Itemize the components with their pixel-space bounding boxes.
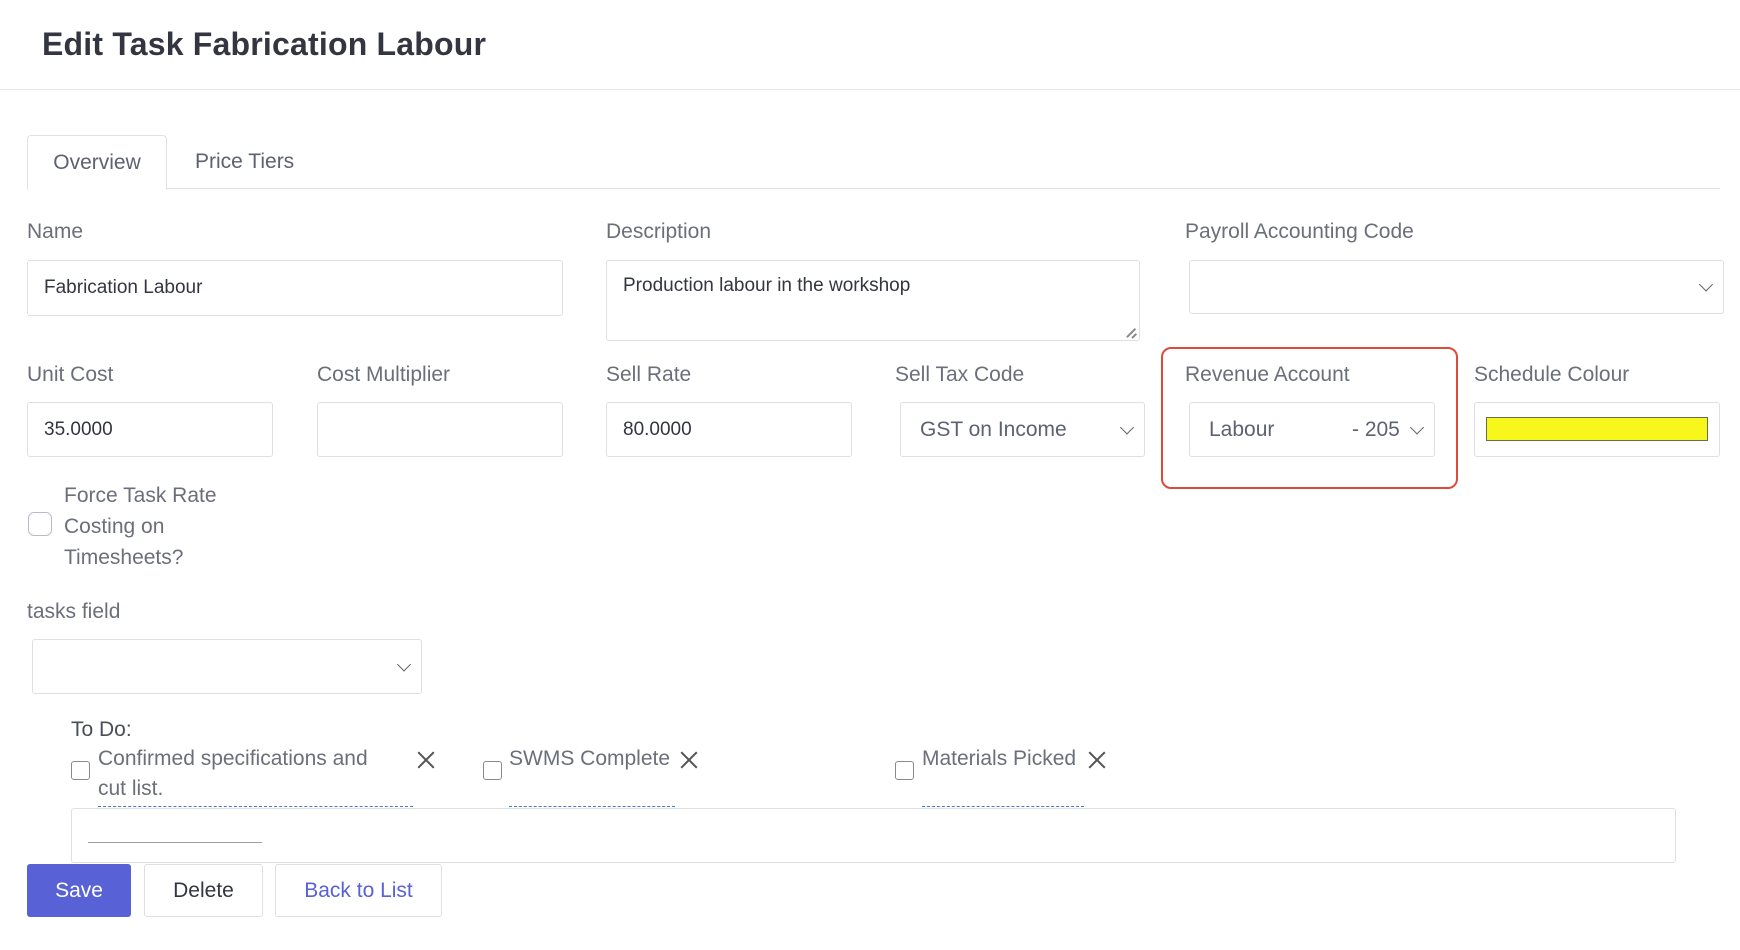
payroll-code-label: Payroll Accounting Code bbox=[1185, 220, 1414, 243]
todo-item-3-text[interactable]: Materials Picked bbox=[922, 744, 1076, 774]
name-input[interactable]: Fabrication Labour bbox=[27, 260, 563, 316]
schedule-colour-swatch[interactable] bbox=[1486, 417, 1708, 441]
todo-item-1-text[interactable]: Confirmed specifications and cut list. bbox=[98, 744, 368, 804]
force-task-rate-label-line2: Costing on bbox=[64, 515, 165, 538]
page-title: Edit Task Fabrication Labour bbox=[42, 26, 487, 62]
cost-multiplier-label: Cost Multiplier bbox=[317, 363, 451, 386]
sell-rate-value: 80.0000 bbox=[623, 418, 692, 440]
force-task-rate-checkbox[interactable] bbox=[28, 512, 52, 536]
unit-cost-input[interactable]: 35.0000 bbox=[27, 402, 273, 457]
todo-item-2-text[interactable]: SWMS Complete bbox=[509, 744, 670, 774]
close-icon[interactable] bbox=[417, 751, 435, 769]
tasks-field-select[interactable] bbox=[32, 639, 422, 694]
unit-cost-value: 35.0000 bbox=[44, 418, 113, 440]
force-task-rate-label-line3: Timesheets? bbox=[64, 546, 184, 569]
todo-item-3-underline bbox=[922, 806, 1084, 807]
description-value: Production labour in the workshop bbox=[623, 275, 911, 296]
close-icon[interactable] bbox=[680, 751, 698, 769]
close-icon[interactable] bbox=[1088, 751, 1106, 769]
todo-item-1-underline bbox=[98, 806, 413, 807]
revenue-account-label: Revenue Account bbox=[1185, 363, 1350, 386]
revenue-account-code: - 205 bbox=[1352, 417, 1400, 441]
description-textarea[interactable]: Production labour in the workshop bbox=[606, 260, 1140, 341]
revenue-account-select[interactable]: Labour - 205 bbox=[1189, 402, 1435, 457]
sell-tax-code-value: GST on Income bbox=[920, 417, 1067, 441]
cost-multiplier-input[interactable] bbox=[317, 402, 563, 457]
todo-add-input[interactable] bbox=[88, 842, 262, 843]
schedule-colour-label: Schedule Colour bbox=[1474, 363, 1630, 386]
chevron-down-icon bbox=[396, 656, 412, 672]
todo-item-3-checkbox[interactable] bbox=[895, 761, 914, 780]
chevron-down-icon bbox=[1119, 419, 1135, 435]
page-header: Edit Task Fabrication Labour bbox=[0, 0, 1740, 90]
resize-handle-icon[interactable] bbox=[1126, 327, 1136, 337]
payroll-code-select[interactable] bbox=[1189, 260, 1724, 314]
sell-rate-label: Sell Rate bbox=[606, 363, 692, 386]
save-button[interactable]: Save bbox=[27, 864, 131, 917]
force-task-rate-label: Force Task Rate Costing on Timesheets? bbox=[64, 480, 217, 573]
todo-item-1-line1: Confirmed specifications and bbox=[98, 747, 368, 770]
tab-price-tiers[interactable]: Price Tiers bbox=[195, 135, 294, 189]
back-to-list-button[interactable]: Back to List bbox=[275, 864, 442, 917]
name-value: Fabrication Labour bbox=[44, 277, 203, 298]
unit-cost-label: Unit Cost bbox=[27, 363, 114, 386]
revenue-account-name: Labour bbox=[1209, 417, 1275, 441]
tab-overview[interactable]: Overview bbox=[27, 135, 167, 190]
name-label: Name bbox=[27, 220, 84, 243]
sell-rate-input[interactable]: 80.0000 bbox=[606, 402, 852, 457]
todo-heading: To Do: bbox=[71, 718, 132, 741]
delete-button[interactable]: Delete bbox=[144, 864, 263, 917]
chevron-down-icon bbox=[1409, 419, 1425, 435]
chevron-down-icon bbox=[1698, 277, 1714, 292]
sell-tax-code-select[interactable]: GST on Income bbox=[900, 402, 1145, 457]
sell-tax-code-label: Sell Tax Code bbox=[895, 363, 1025, 386]
description-label: Description bbox=[606, 220, 712, 243]
tab-bar: Overview Price Tiers bbox=[27, 135, 1720, 190]
force-task-rate-label-line1: Force Task Rate bbox=[64, 484, 217, 507]
todo-item-2-underline bbox=[509, 806, 675, 807]
todo-item-1-checkbox[interactable] bbox=[71, 761, 90, 780]
tasks-field-label: tasks field bbox=[27, 600, 121, 623]
todo-item-1-line2: cut list. bbox=[98, 777, 164, 800]
todo-add-box[interactable] bbox=[71, 808, 1676, 863]
todo-item-2-checkbox[interactable] bbox=[483, 761, 502, 780]
